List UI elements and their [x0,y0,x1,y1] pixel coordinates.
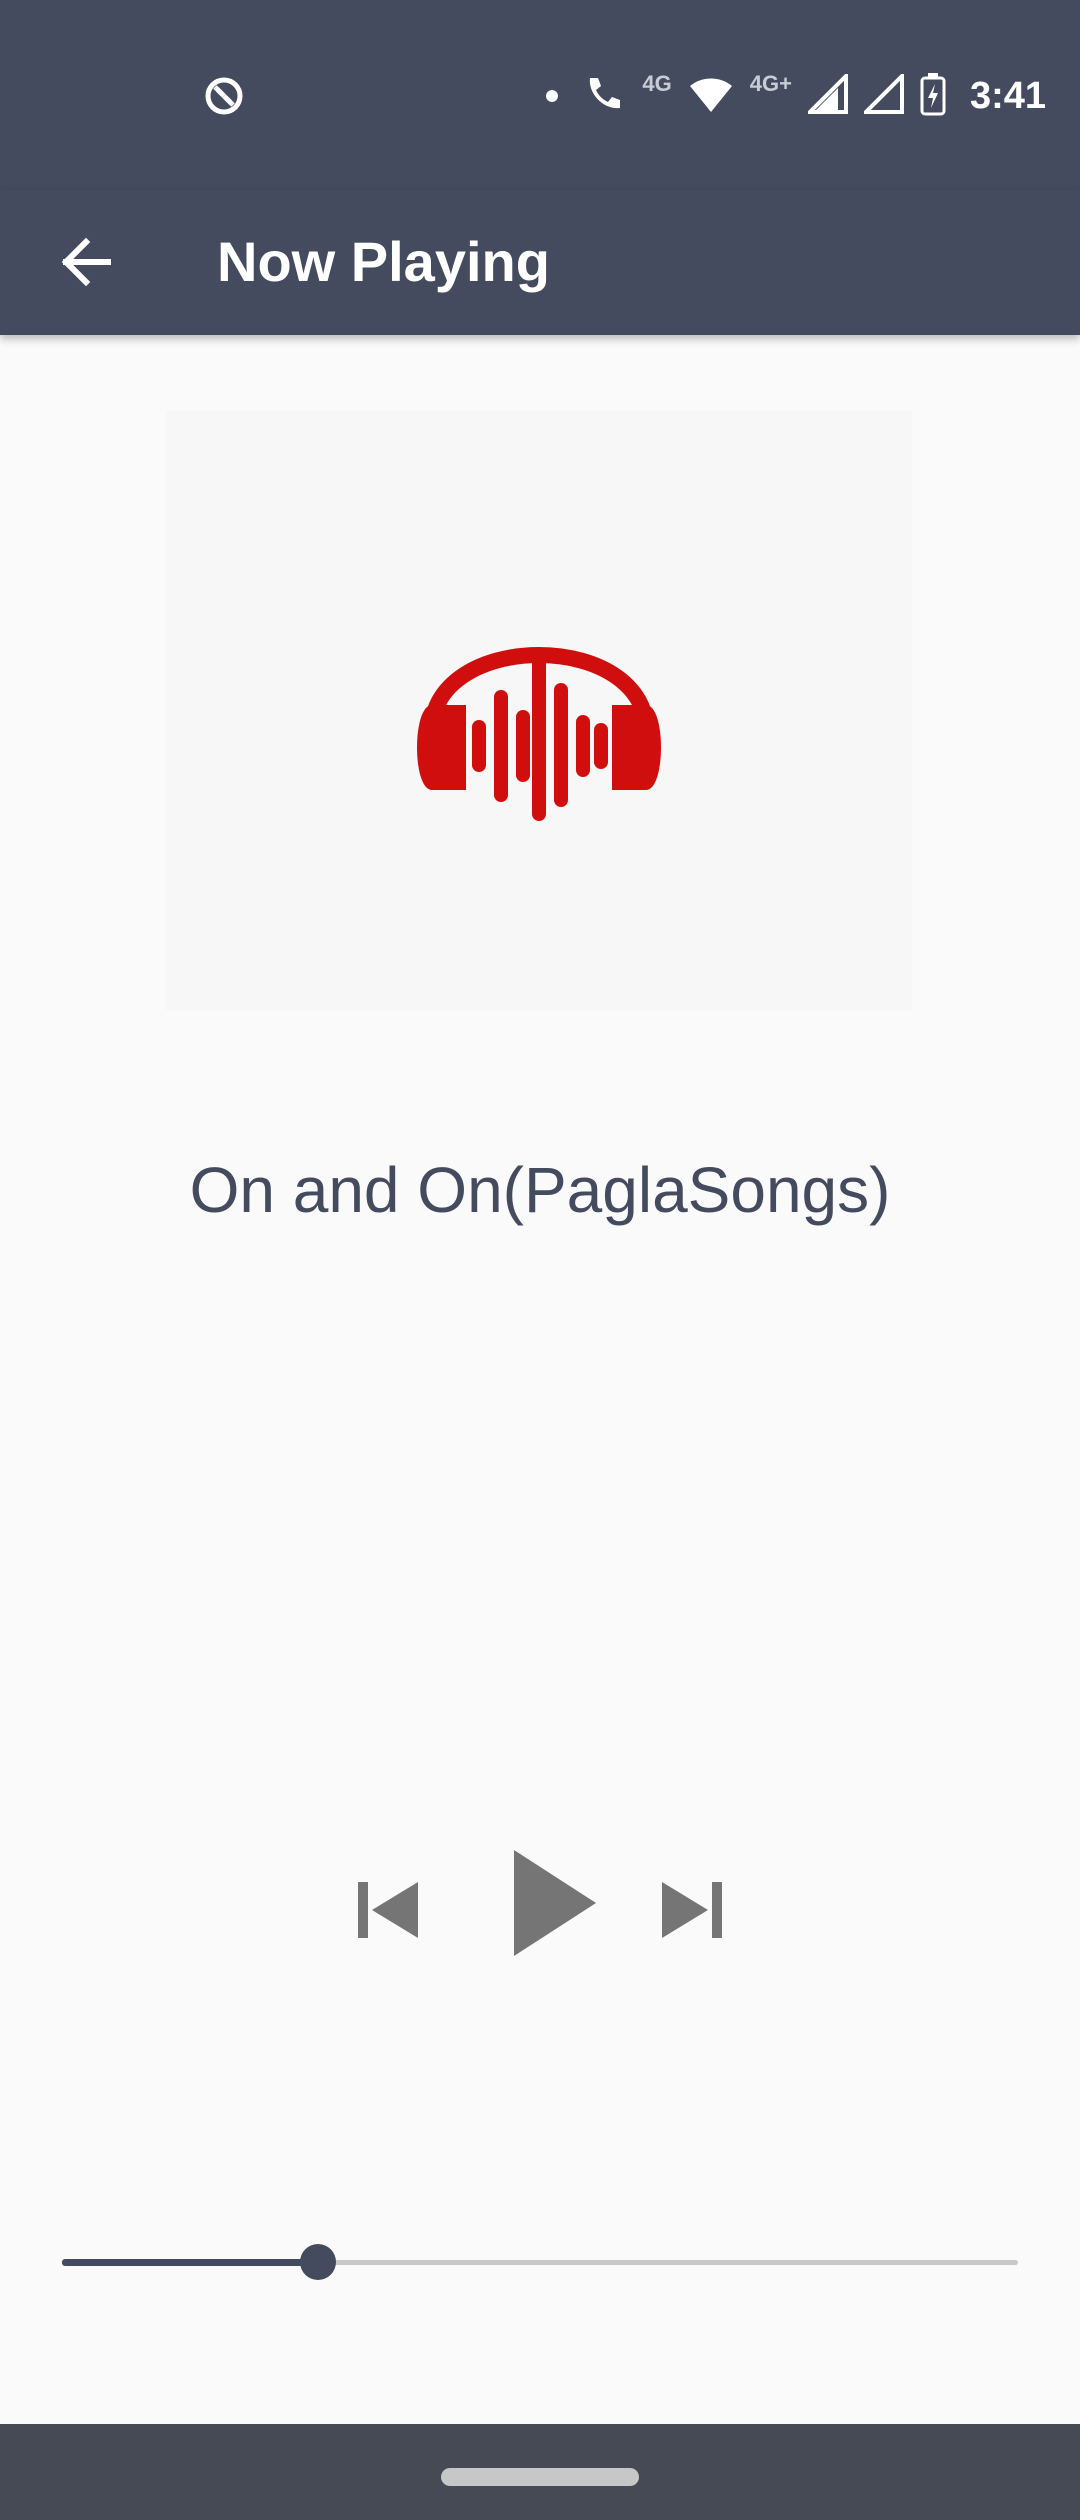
notification-dot-icon [546,90,559,102]
back-button[interactable] [48,224,124,300]
status-bar: 4G 4G+ 3:41 [0,0,1080,190]
home-gesture-handle[interactable] [441,2468,639,2486]
back-arrow-icon [61,237,111,287]
network-type-label-2: 4G+ [749,71,792,96]
skip-next-icon [662,1882,722,1938]
status-icons: 4G 4G+ 3:41 [546,68,1046,124]
data-saver-icon [200,72,248,120]
seek-thumb[interactable] [300,2244,337,2280]
signal-icon-2 [861,70,904,119]
previous-button[interactable] [348,1870,428,1950]
seek-progress [62,2259,319,2266]
navigation-bar [0,2424,1080,2520]
track-title: On and On(PaglaSongs) [189,1154,891,1226]
play-button[interactable] [500,1840,610,1965]
network-type-label: 4G [642,71,672,96]
battery-charging-icon [920,72,946,121]
page-title: Now Playing [217,230,550,293]
play-icon [514,1849,596,1956]
volte-call-icon [582,72,626,121]
wifi-icon [688,74,734,119]
headphones-sound-icon [417,647,661,821]
status-time: 3:41 [969,74,1046,117]
seek-bar[interactable] [62,2240,1018,2284]
next-button[interactable] [652,1870,732,1950]
album-art [166,410,912,1010]
skip-previous-icon [358,1882,418,1938]
signal-icon [805,70,848,119]
app-bar: Now Playing [0,190,1080,335]
